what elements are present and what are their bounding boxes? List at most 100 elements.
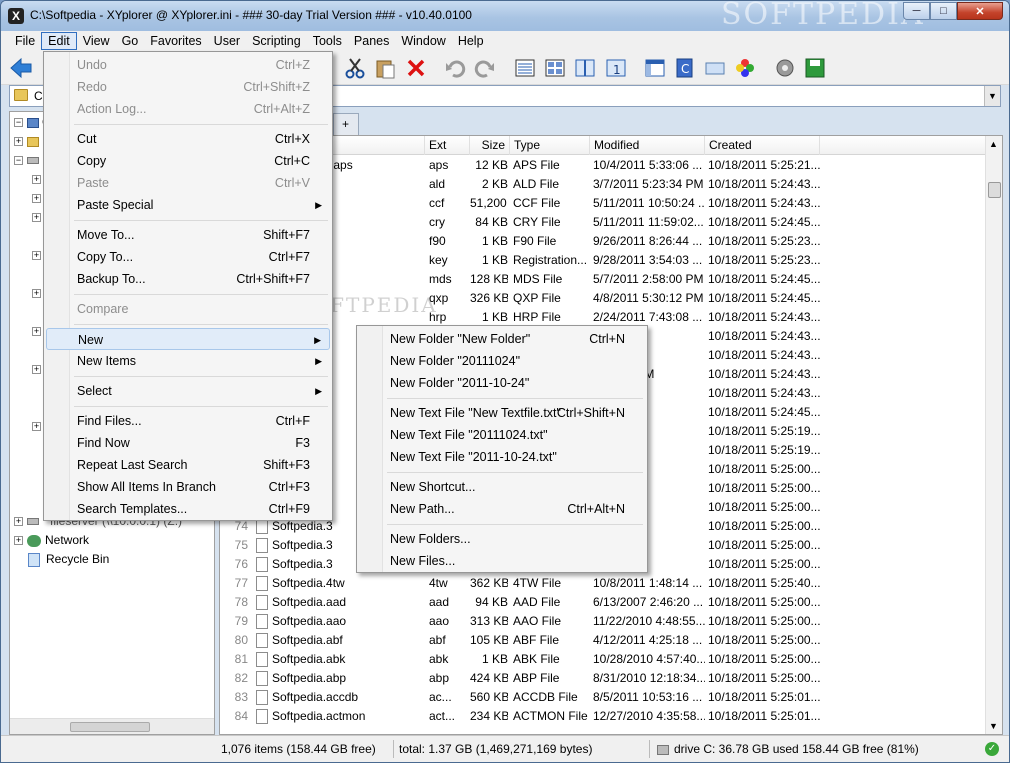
table-row[interactable]: rycry84 KBCRY File5/11/2011 11:59:02...1… bbox=[220, 213, 986, 232]
menu-item-show-all-items-in-branch[interactable]: Show All Items In Branch Ctrl+F3 bbox=[46, 476, 330, 498]
tree-item-folder[interactable]: + bbox=[14, 132, 39, 151]
expand-icon[interactable]: + bbox=[32, 213, 41, 223]
table-row[interactable]: cfccf51,200 ...CCF File5/11/2011 10:50:2… bbox=[220, 194, 986, 213]
menu-item-select[interactable]: Select ▶ bbox=[46, 380, 330, 402]
menu-item-undo[interactable]: Undo Ctrl+Z bbox=[46, 54, 330, 76]
column-header-created[interactable]: Created bbox=[705, 136, 820, 155]
menu-favorites[interactable]: Favorites bbox=[144, 32, 207, 50]
menu-view[interactable]: View bbox=[77, 32, 116, 50]
menu-item-new-folder-20111024[interactable]: New Folder "20111024" bbox=[359, 350, 645, 372]
tree-item-drive[interactable]: + bbox=[14, 512, 39, 531]
layout-icon[interactable] bbox=[643, 56, 667, 80]
table-row[interactable]: ndsmds128 KBMDS File5/7/2011 2:58:00 PM1… bbox=[220, 270, 986, 289]
menu-item-copy-to[interactable]: Copy To... Ctrl+F7 bbox=[46, 246, 330, 268]
menu-item-new-folder-new-folder[interactable]: New Folder "New Folder" Ctrl+N bbox=[359, 328, 645, 350]
scroll-down-icon[interactable]: ▼ bbox=[989, 721, 998, 731]
color-filter-icon[interactable] bbox=[733, 56, 757, 80]
column-header-size[interactable]: Size bbox=[470, 136, 510, 155]
menu-item-new-folders[interactable]: New Folders... bbox=[359, 528, 645, 550]
details-view-icon[interactable] bbox=[513, 56, 537, 80]
table-row[interactable]: 83 Softpedia.accdb ac... 560 KB ACCDB File 8/… bbox=[220, 688, 986, 707]
menu-item-cut[interactable]: Cut Ctrl+X bbox=[46, 128, 330, 150]
menu-item-new-path[interactable]: New Path... Ctrl+Alt+N bbox=[359, 498, 645, 520]
minimize-button[interactable]: ─ bbox=[903, 2, 930, 20]
menu-user[interactable]: User bbox=[208, 32, 246, 50]
menu-item-new-files[interactable]: New Files... bbox=[359, 550, 645, 572]
expand-icon[interactable]: + bbox=[14, 536, 23, 546]
scroll-thumb[interactable] bbox=[988, 182, 1001, 198]
expand-icon[interactable]: + bbox=[32, 194, 41, 204]
menu-file[interactable]: File bbox=[9, 32, 41, 50]
dual-pane-icon[interactable] bbox=[573, 56, 597, 80]
expand-icon[interactable]: + bbox=[32, 422, 41, 432]
menu-item-paste[interactable]: Paste Ctrl+V bbox=[46, 172, 330, 194]
menu-item-backup-to[interactable]: Backup To... Ctrl+Shift+F7 bbox=[46, 268, 330, 290]
tree-item-drive[interactable]: − bbox=[14, 151, 39, 170]
gear-icon[interactable] bbox=[773, 56, 797, 80]
expand-icon[interactable]: + bbox=[32, 289, 41, 299]
menu-panes[interactable]: Panes bbox=[348, 32, 395, 50]
column-header-ext[interactable]: Ext bbox=[425, 136, 470, 155]
menu-item-new-text-file-2011-10-24-txt[interactable]: New Text File "2011-10-24.txt" bbox=[359, 446, 645, 468]
scroll-thumb[interactable] bbox=[70, 722, 150, 732]
menu-item-move-to[interactable]: Move To... Shift+F7 bbox=[46, 224, 330, 246]
expand-icon[interactable]: + bbox=[32, 175, 41, 185]
expand-icon[interactable]: + bbox=[32, 365, 41, 375]
tree-item-network[interactable]: + Network bbox=[14, 531, 89, 550]
tree-item-recycle-bin[interactable]: Recycle Bin bbox=[28, 550, 109, 569]
check-icon[interactable]: ✓ bbox=[985, 742, 999, 756]
back-arrow-icon[interactable] bbox=[9, 56, 33, 80]
table-row[interactable]: ldald2 KBALD File3/7/2011 5:23:34 PM10/1… bbox=[220, 175, 986, 194]
cut-icon[interactable] bbox=[343, 56, 367, 80]
column-header-modified[interactable]: Modified bbox=[590, 136, 705, 155]
menu-help[interactable]: Help bbox=[452, 32, 490, 50]
save-icon[interactable] bbox=[803, 56, 827, 80]
maximize-button[interactable]: □ bbox=[930, 2, 957, 20]
menu-item-redo[interactable]: Redo Ctrl+Shift+Z bbox=[46, 76, 330, 98]
menu-edit[interactable]: Edit bbox=[41, 32, 77, 50]
table-row[interactable]: 79 Softpedia.aao aao 313 KB AAO File 11/22/20… bbox=[220, 612, 986, 631]
table-row[interactable]: 77 Softpedia.4tw 4tw 362 KB 4TW File 10/8/201… bbox=[220, 574, 986, 593]
table-row[interactable]: 78 Softpedia.aad aad 94 KB AAD File 6/13/2007… bbox=[220, 593, 986, 612]
collapse-icon[interactable]: − bbox=[14, 118, 23, 128]
menu-item-repeat-last-search[interactable]: Repeat Last Search Shift+F3 bbox=[46, 454, 330, 476]
single-pane-icon[interactable]: 1 bbox=[604, 56, 628, 80]
menu-item-action-log[interactable]: Action Log... Ctrl+Alt+Z bbox=[46, 98, 330, 120]
menu-item-new-folder-2011-10-24[interactable]: New Folder "2011-10-24" bbox=[359, 372, 645, 394]
new-tab-button[interactable]: + bbox=[333, 113, 359, 135]
menu-go[interactable]: Go bbox=[116, 32, 145, 50]
table-row[interactable]: 81 Softpedia.abk abk 1 KB ABK File 10/28/2010… bbox=[220, 650, 986, 669]
thumbnails-icon[interactable] bbox=[543, 56, 567, 80]
vertical-scrollbar[interactable]: ▲ ▼ bbox=[985, 136, 1002, 734]
catalog-icon[interactable]: C bbox=[673, 56, 697, 80]
menu-item-copy[interactable]: Copy Ctrl+C bbox=[46, 150, 330, 172]
menu-item-new-text-file-20111024-txt[interactable]: New Text File "20111024.txt" bbox=[359, 424, 645, 446]
table-row[interactable]: 90f901 KBF90 File9/26/2011 8:26:44 ...10… bbox=[220, 232, 986, 251]
menu-item-compare[interactable]: Compare bbox=[46, 298, 330, 320]
menu-item-new-items[interactable]: New Items ▶ bbox=[46, 350, 330, 372]
column-header-type[interactable]: Type bbox=[510, 136, 590, 155]
collapse-icon[interactable]: − bbox=[14, 156, 23, 166]
expand-icon[interactable]: + bbox=[32, 327, 41, 337]
menu-item-find-files[interactable]: Find Files... Ctrl+F bbox=[46, 410, 330, 432]
tree-horizontal-scrollbar[interactable] bbox=[10, 718, 214, 734]
menu-scripting[interactable]: Scripting bbox=[246, 32, 307, 50]
expand-icon[interactable]: + bbox=[14, 517, 23, 527]
table-row[interactable]: 82 Softpedia.abp abp 424 KB ABP File 8/31/201… bbox=[220, 669, 986, 688]
expand-icon[interactable]: + bbox=[32, 251, 41, 261]
paste-icon[interactable] bbox=[373, 56, 397, 80]
menu-item-new-text-file-new-textfile-txt[interactable]: New Text File "New Textfile.txt" Ctrl+Shi… bbox=[359, 402, 645, 424]
table-row[interactable]: eykey1 KBRegistration...9/28/2011 3:54:0… bbox=[220, 251, 986, 270]
table-row[interactable]: reen Saver.apsaps12 KBAPS File10/4/2011 … bbox=[220, 156, 986, 175]
scroll-up-icon[interactable]: ▲ bbox=[989, 139, 998, 149]
close-button[interactable]: ✕ bbox=[957, 2, 1003, 20]
menu-item-new-shortcut[interactable]: New Shortcut... bbox=[359, 476, 645, 498]
menu-item-search-templates[interactable]: Search Templates... Ctrl+F9 bbox=[46, 498, 330, 520]
menu-item-paste-special[interactable]: Paste Special ▶ bbox=[46, 194, 330, 216]
menu-window[interactable]: Window bbox=[395, 32, 451, 50]
delete-icon[interactable] bbox=[404, 56, 428, 80]
address-dropdown-icon[interactable]: ▼ bbox=[984, 86, 1000, 106]
expand-icon[interactable]: + bbox=[14, 137, 23, 147]
undo-icon[interactable] bbox=[443, 56, 467, 80]
table-row[interactable]: 84 Softpedia.actmon act... 234 KB ACTMON Fil… bbox=[220, 707, 986, 726]
